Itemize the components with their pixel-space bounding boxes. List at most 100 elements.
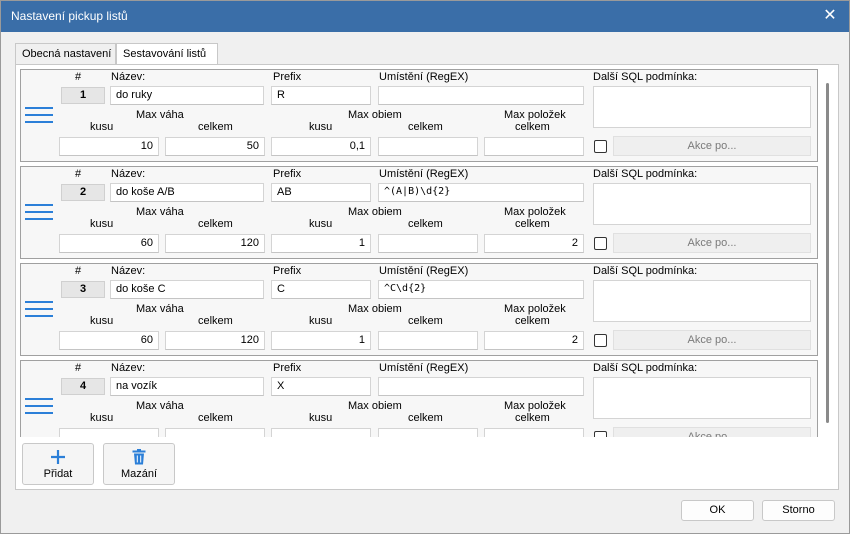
add-button[interactable]: Přidat bbox=[22, 443, 94, 485]
vertical-scrollbar[interactable] bbox=[826, 83, 829, 423]
prefix-input[interactable]: AB bbox=[271, 183, 371, 202]
max-volume-label: Max obiem bbox=[348, 109, 402, 121]
drag-handle-icon[interactable] bbox=[25, 105, 53, 125]
weight-total-input[interactable]: 50 bbox=[165, 137, 265, 156]
action-after-button[interactable]: Akce po... bbox=[613, 330, 811, 350]
volume-per-item-label: kusu bbox=[309, 315, 333, 327]
action-after-button[interactable]: Akce po... bbox=[613, 136, 811, 156]
row-number: 1 bbox=[61, 87, 105, 104]
prefix-input[interactable]: C bbox=[271, 280, 371, 299]
max-items-label: Max položek bbox=[504, 109, 566, 121]
drag-handle-icon[interactable] bbox=[25, 396, 53, 416]
volume-total-input[interactable] bbox=[378, 234, 478, 253]
window-title: Nastavení pickup listů bbox=[11, 9, 128, 23]
col-prefix-label: Prefix bbox=[273, 265, 302, 277]
col-prefix-label: Prefix bbox=[273, 168, 302, 180]
action-checkbox[interactable] bbox=[594, 237, 607, 250]
sql-condition-textarea[interactable] bbox=[593, 377, 811, 419]
volume-total-input[interactable] bbox=[378, 331, 478, 350]
max-weight-label: Max váha bbox=[136, 206, 184, 218]
volume-per-item-input[interactable]: 0,1 bbox=[271, 137, 371, 156]
col-name-label: Název: bbox=[111, 71, 146, 83]
max-items-label: Max položek bbox=[504, 206, 566, 218]
weight-total-label: celkem bbox=[198, 218, 233, 230]
volume-total-label: celkem bbox=[408, 412, 443, 424]
volume-total-label: celkem bbox=[408, 218, 443, 230]
dialog-window: Nastavení pickup listů ✕ Obecná nastaven… bbox=[0, 0, 850, 534]
col-name-label: Název: bbox=[111, 265, 146, 277]
action-checkbox[interactable] bbox=[594, 334, 607, 347]
location-regex-input[interactable] bbox=[378, 86, 584, 105]
delete-button[interactable]: Mazání bbox=[103, 443, 175, 485]
row-number: 3 bbox=[61, 281, 105, 298]
max-volume-label: Max obiem bbox=[348, 303, 402, 315]
items-total-input[interactable]: 2 bbox=[484, 331, 584, 350]
col-location-label: Umístění (RegEX) bbox=[379, 362, 469, 374]
action-after-button[interactable]: Akce po... bbox=[613, 233, 811, 253]
col-location-label: Umístění (RegEX) bbox=[379, 71, 469, 83]
title-bar: Nastavení pickup listů ✕ bbox=[1, 1, 849, 32]
location-regex-input[interactable] bbox=[378, 377, 584, 396]
delete-button-label: Mazání bbox=[120, 468, 158, 480]
volume-per-item-label: kusu bbox=[309, 412, 333, 424]
row-number: 2 bbox=[61, 184, 105, 201]
volume-per-item-input[interactable] bbox=[271, 428, 371, 437]
max-items-label: Max položek bbox=[504, 303, 566, 315]
weight-per-item-input[interactable]: 10 bbox=[59, 137, 159, 156]
sql-condition-textarea[interactable] bbox=[593, 86, 811, 128]
weight-total-label: celkem bbox=[198, 121, 233, 133]
drag-handle-icon[interactable] bbox=[25, 202, 53, 222]
name-input[interactable]: do ruky bbox=[110, 86, 264, 105]
location-regex-input[interactable]: ^C\d{2} bbox=[378, 280, 584, 299]
sql-condition-textarea[interactable] bbox=[593, 280, 811, 322]
volume-per-item-input[interactable]: 1 bbox=[271, 234, 371, 253]
volume-per-item-label: kusu bbox=[309, 218, 333, 230]
ok-button[interactable]: OK bbox=[681, 500, 754, 521]
col-number-label: # bbox=[75, 71, 82, 83]
prefix-input[interactable]: X bbox=[271, 377, 371, 396]
drag-handle-icon[interactable] bbox=[25, 299, 53, 319]
rules-list[interactable]: # Název: Prefix Umístění (RegEX) Další S… bbox=[20, 69, 818, 437]
items-total-input[interactable]: 2 bbox=[484, 234, 584, 253]
items-total-label: celkem bbox=[515, 315, 550, 327]
weight-total-label: celkem bbox=[198, 315, 233, 327]
col-sql-label: Další SQL podmínka: bbox=[593, 362, 698, 374]
action-after-button[interactable]: Akce po... bbox=[613, 427, 811, 437]
volume-total-input[interactable] bbox=[378, 428, 478, 437]
sql-condition-textarea[interactable] bbox=[593, 183, 811, 225]
col-sql-label: Další SQL podmínka: bbox=[593, 265, 698, 277]
weight-per-item-label: kusu bbox=[90, 412, 114, 424]
name-input[interactable]: do koše C bbox=[110, 280, 264, 299]
tab-general-settings[interactable]: Obecná nastavení bbox=[15, 43, 116, 65]
tab-panel: # Název: Prefix Umístění (RegEX) Další S… bbox=[15, 64, 839, 490]
col-number-label: # bbox=[75, 265, 82, 277]
close-icon[interactable]: ✕ bbox=[817, 4, 843, 28]
name-input[interactable]: do koše A/B bbox=[110, 183, 264, 202]
rule-row: # Název: Prefix Umístění (RegEX) Další S… bbox=[20, 69, 818, 162]
weight-per-item-input[interactable]: 60 bbox=[59, 331, 159, 350]
max-weight-label: Max váha bbox=[136, 303, 184, 315]
cancel-button[interactable]: Storno bbox=[762, 500, 835, 521]
action-checkbox[interactable] bbox=[594, 431, 607, 437]
weight-per-item-input[interactable] bbox=[59, 428, 159, 437]
max-volume-label: Max obiem bbox=[348, 400, 402, 412]
tab-list-building[interactable]: Sestavování listů bbox=[116, 43, 218, 66]
prefix-input[interactable]: R bbox=[271, 86, 371, 105]
volume-total-input[interactable] bbox=[378, 137, 478, 156]
max-items-label: Max položek bbox=[504, 400, 566, 412]
items-total-input[interactable] bbox=[484, 428, 584, 437]
weight-total-input[interactable]: 120 bbox=[165, 331, 265, 350]
rule-row: # Název: Prefix Umístění (RegEX) Další S… bbox=[20, 360, 818, 437]
action-checkbox[interactable] bbox=[594, 140, 607, 153]
col-prefix-label: Prefix bbox=[273, 362, 302, 374]
weight-total-input[interactable]: 120 bbox=[165, 234, 265, 253]
col-name-label: Název: bbox=[111, 168, 146, 180]
location-regex-input[interactable]: ^(A|B)\d{2} bbox=[378, 183, 584, 202]
weight-per-item-input[interactable]: 60 bbox=[59, 234, 159, 253]
max-volume-label: Max obiem bbox=[348, 206, 402, 218]
items-total-input[interactable] bbox=[484, 137, 584, 156]
volume-per-item-input[interactable]: 1 bbox=[271, 331, 371, 350]
name-input[interactable]: na vozík bbox=[110, 377, 264, 396]
max-weight-label: Max váha bbox=[136, 400, 184, 412]
weight-total-input[interactable] bbox=[165, 428, 265, 437]
